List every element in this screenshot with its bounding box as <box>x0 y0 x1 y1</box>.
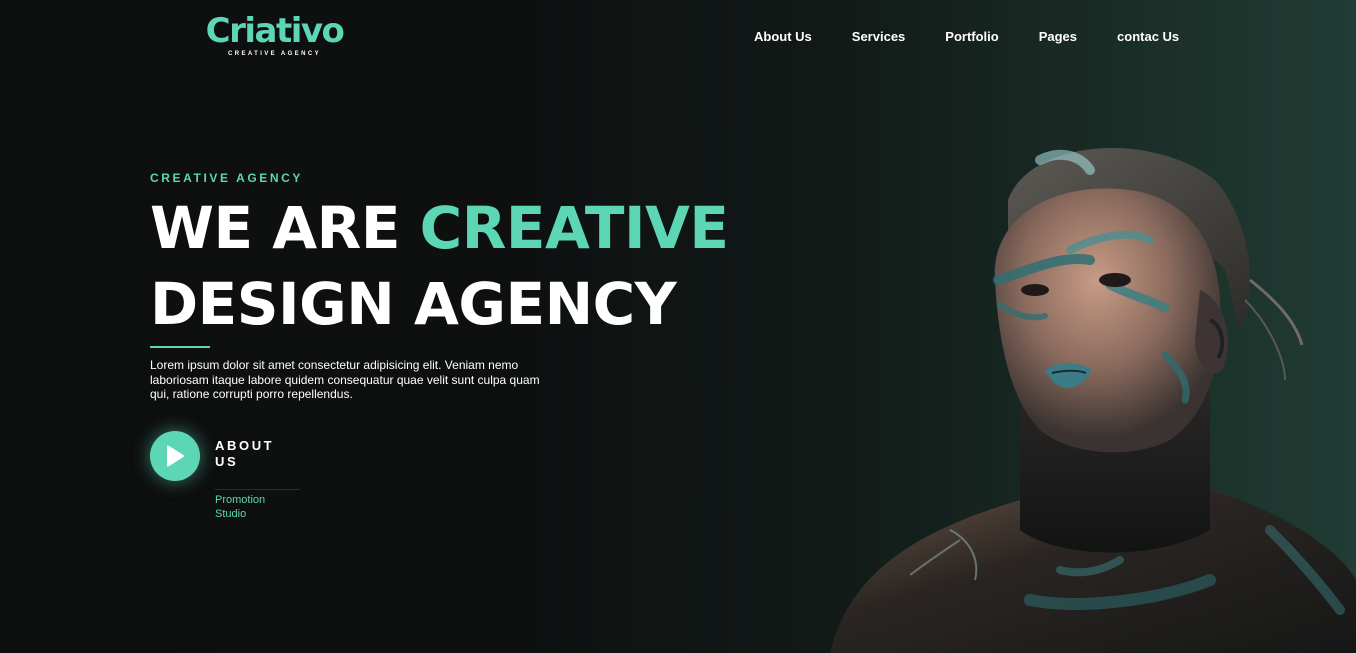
logo-name: Criativo <box>205 11 345 51</box>
nav-pages[interactable]: Pages <box>1039 29 1077 45</box>
about-divider <box>215 489 300 490</box>
accent-divider <box>150 346 210 348</box>
nav-about-us[interactable]: About Us <box>754 29 812 45</box>
hero-eyebrow: CREATIVE AGENCY <box>150 171 304 185</box>
play-icon <box>167 445 184 467</box>
logo-tagline: CREATIVE AGENCY <box>227 51 321 57</box>
headline-accent: CREATIVE <box>419 194 729 262</box>
promotion-studio-label: Promotion Studio <box>215 494 266 520</box>
headline-part1: WE ARE <box>150 194 420 262</box>
play-button[interactable] <box>150 431 200 481</box>
headline-line2: DESIGN AGENCY <box>150 270 677 338</box>
nav-services[interactable]: Services <box>852 29 906 45</box>
hero-portrait-image <box>830 147 1356 653</box>
main-nav: About Us Services Portfolio Pages contac… <box>754 29 1179 45</box>
about-us-link[interactable]: ABOUT US <box>215 438 300 470</box>
nav-portfolio[interactable]: Portfolio <box>945 29 998 45</box>
hero-description: Lorem ipsum dolor sit amet consectetur a… <box>150 358 540 401</box>
hero-headline: WE ARE CREATIVE DESIGN AGENCY <box>150 190 729 342</box>
nav-contact-us[interactable]: contac Us <box>1117 29 1179 45</box>
logo[interactable]: Criativo CREATIVE AGENCY <box>205 11 345 57</box>
about-us-block: ABOUT US Promotion Studio <box>215 438 300 521</box>
